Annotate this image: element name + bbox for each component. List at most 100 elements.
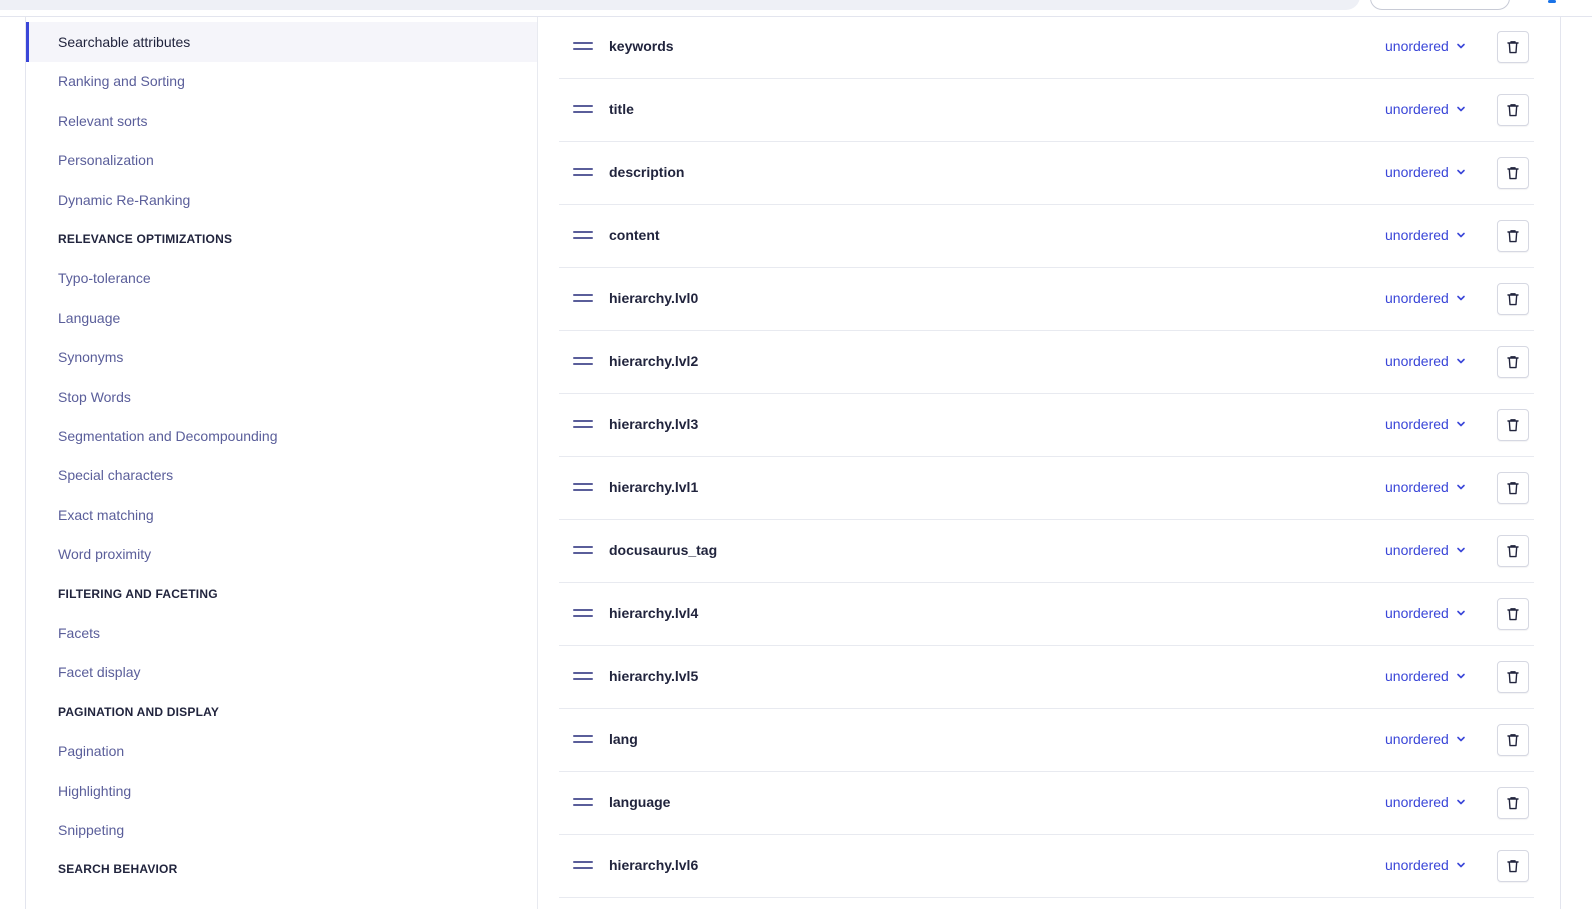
attribute-row: hierarchy.lvl0 unordered — [559, 267, 1534, 331]
sidebar-item-word-proximity[interactable]: Word proximity — [26, 534, 537, 574]
attribute-row: description unordered — [559, 141, 1534, 205]
attribute-row: keywords unordered — [559, 15, 1534, 79]
drag-handle-icon[interactable] — [573, 167, 593, 179]
order-dropdown[interactable]: unordered — [1385, 604, 1467, 622]
trash-icon — [1507, 230, 1519, 243]
delete-attribute-button[interactable] — [1497, 346, 1529, 378]
order-dropdown[interactable]: unordered — [1385, 793, 1467, 811]
attribute-row: hierarchy.lvl4 unordered — [559, 582, 1534, 646]
sidebar-item-exact-matching[interactable]: Exact matching — [26, 495, 537, 535]
browser-indicator — [1548, 0, 1556, 3]
order-dropdown-label: unordered — [1385, 227, 1449, 243]
attribute-name: lang — [609, 731, 638, 747]
drag-handle-icon[interactable] — [573, 671, 593, 683]
drag-handle-icon[interactable] — [573, 104, 593, 116]
drag-handle-icon[interactable] — [573, 860, 593, 872]
attribute-name: hierarchy.lvl3 — [609, 416, 699, 432]
sidebar-item-dynamic-re-ranking[interactable]: Dynamic Re-Ranking — [26, 180, 537, 220]
trash-icon — [1507, 734, 1519, 747]
sidebar-item-highlighting[interactable]: Highlighting — [26, 771, 537, 811]
order-dropdown[interactable]: unordered — [1385, 289, 1467, 307]
attribute-row: hierarchy.lvl2 unordered — [559, 330, 1534, 394]
sidebar-item-language[interactable]: Language — [26, 298, 537, 338]
sidebar-item-facets[interactable]: Facets — [26, 613, 537, 653]
order-dropdown-label: unordered — [1385, 857, 1449, 873]
delete-attribute-button[interactable] — [1497, 283, 1529, 315]
attribute-name: title — [609, 101, 634, 117]
order-dropdown[interactable]: unordered — [1385, 352, 1467, 370]
trash-icon — [1507, 545, 1519, 558]
delete-attribute-button[interactable] — [1497, 535, 1529, 567]
attribute-row: hierarchy.lvl1 unordered — [559, 456, 1534, 520]
order-dropdown[interactable]: unordered — [1385, 226, 1467, 244]
sidebar-item-personalization[interactable]: Personalization — [26, 140, 537, 180]
drag-handle-icon[interactable] — [573, 545, 593, 557]
sidebar-item-synonyms[interactable]: Synonyms — [26, 337, 537, 377]
sidebar-item-segmentation-and-decompounding[interactable]: Segmentation and Decompounding — [26, 416, 537, 456]
order-dropdown[interactable]: unordered — [1385, 415, 1467, 433]
drag-handle-icon[interactable] — [573, 356, 593, 368]
chevron-down-icon — [1457, 610, 1465, 616]
drag-handle-icon[interactable] — [573, 734, 593, 746]
drag-handle-icon[interactable] — [573, 797, 593, 809]
attribute-name: hierarchy.lvl5 — [609, 668, 699, 684]
order-dropdown[interactable]: unordered — [1385, 100, 1467, 118]
order-dropdown[interactable]: unordered — [1385, 478, 1467, 496]
attribute-name: hierarchy.lvl4 — [609, 605, 699, 621]
order-dropdown[interactable]: unordered — [1385, 37, 1467, 55]
sidebar-item-ranking-and-sorting[interactable]: Ranking and Sorting — [26, 61, 537, 101]
delete-attribute-button[interactable] — [1497, 31, 1529, 63]
delete-attribute-button[interactable] — [1497, 157, 1529, 189]
chevron-down-icon — [1457, 358, 1465, 364]
sidebar-item-stop-words[interactable]: Stop Words — [26, 377, 537, 417]
order-dropdown-label: unordered — [1385, 416, 1449, 432]
delete-attribute-button[interactable] — [1497, 787, 1529, 819]
order-dropdown[interactable]: unordered — [1385, 163, 1467, 181]
order-dropdown[interactable]: unordered — [1385, 856, 1467, 874]
attribute-row: content unordered — [559, 204, 1534, 268]
attribute-row: title unordered — [559, 78, 1534, 142]
chevron-down-icon — [1457, 736, 1465, 742]
attribute-name: hierarchy.lvl0 — [609, 290, 699, 306]
order-dropdown-label: unordered — [1385, 290, 1449, 306]
attribute-name: description — [609, 164, 685, 180]
sidebar-heading-relevance-optimizations: RELEVANCE OPTIMIZATIONS — [58, 232, 233, 246]
drag-handle-icon[interactable] — [573, 608, 593, 620]
order-dropdown[interactable]: unordered — [1385, 667, 1467, 685]
drag-handle-icon[interactable] — [573, 293, 593, 305]
drag-handle-icon[interactable] — [573, 419, 593, 431]
attribute-name: hierarchy.lvl2 — [609, 353, 699, 369]
chevron-down-icon — [1457, 484, 1465, 490]
delete-attribute-button[interactable] — [1497, 850, 1529, 882]
delete-attribute-button[interactable] — [1497, 94, 1529, 126]
sidebar-item-facet-display[interactable]: Facet display — [26, 652, 537, 692]
delete-attribute-button[interactable] — [1497, 724, 1529, 756]
order-dropdown-label: unordered — [1385, 605, 1449, 621]
toolbar-button-group[interactable] — [1370, 0, 1510, 10]
sidebar-item-special-characters[interactable]: Special characters — [26, 455, 537, 495]
chevron-down-icon — [1457, 547, 1465, 553]
trash-icon — [1507, 104, 1519, 117]
delete-attribute-button[interactable] — [1497, 472, 1529, 504]
order-dropdown[interactable]: unordered — [1385, 541, 1467, 559]
delete-attribute-button[interactable] — [1497, 409, 1529, 441]
sidebar-item-snippeting[interactable]: Snippeting — [26, 810, 537, 850]
sidebar-item-searchable-attributes[interactable]: Searchable attributes — [26, 22, 537, 62]
delete-attribute-button[interactable] — [1497, 598, 1529, 630]
delete-attribute-button[interactable] — [1497, 661, 1529, 693]
attribute-row: language unordered — [559, 771, 1534, 835]
sidebar-item-relevant-sorts[interactable]: Relevant sorts — [26, 101, 537, 141]
sidebar-item-pagination[interactable]: Pagination — [26, 731, 537, 771]
drag-handle-icon[interactable] — [573, 230, 593, 242]
address-bar[interactable] — [0, 0, 1360, 10]
attribute-name: language — [609, 794, 671, 810]
drag-handle-icon[interactable] — [573, 41, 593, 53]
order-dropdown[interactable]: unordered — [1385, 730, 1467, 748]
drag-handle-icon[interactable] — [573, 482, 593, 494]
delete-attribute-button[interactable] — [1497, 220, 1529, 252]
chevron-down-icon — [1457, 232, 1465, 238]
trash-icon — [1507, 419, 1519, 432]
attribute-row: lang unordered — [559, 708, 1534, 772]
chevron-down-icon — [1457, 169, 1465, 175]
sidebar-item-typo-tolerance[interactable]: Typo-tolerance — [26, 258, 537, 298]
